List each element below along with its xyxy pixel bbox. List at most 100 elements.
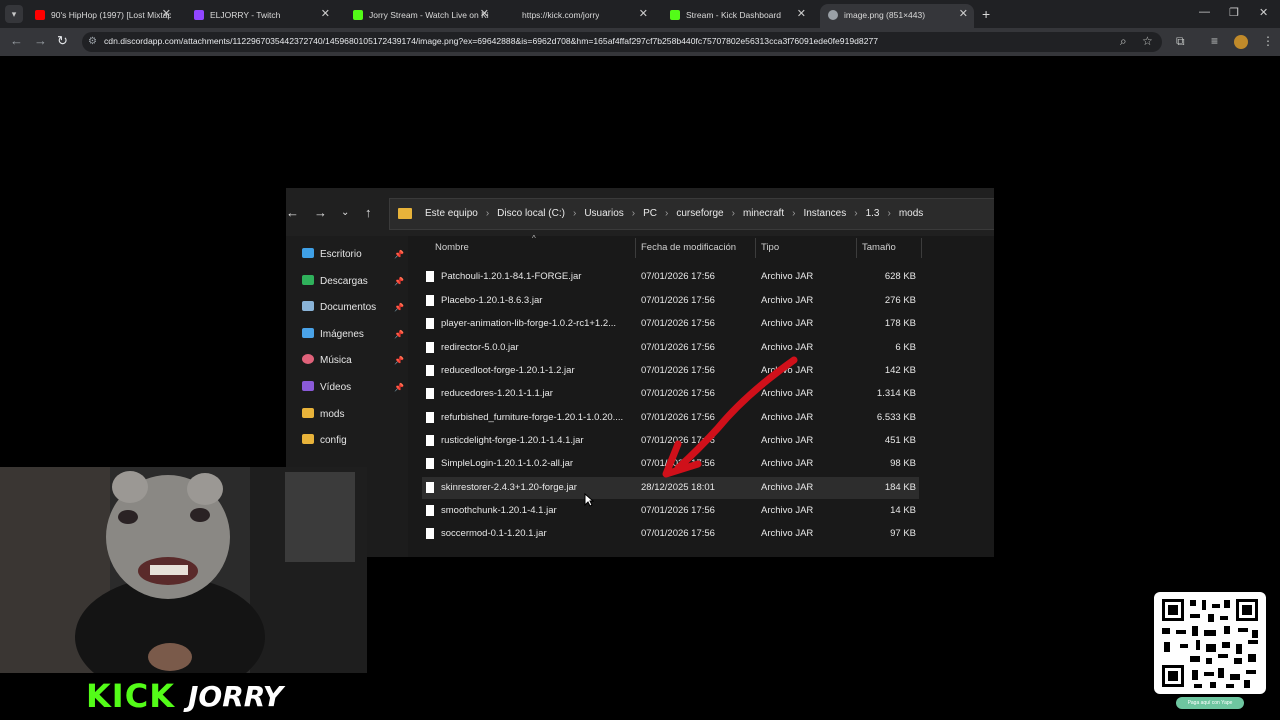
crumb[interactable]: Disco local (C:): [497, 208, 565, 219]
crumb[interactable]: Instances: [803, 208, 846, 219]
crumb[interactable]: 1.3: [866, 208, 880, 219]
file-icon: [426, 295, 434, 306]
close-tab-icon[interactable]: ✕: [480, 4, 489, 24]
bookmark-star-icon[interactable]: ☆: [1142, 34, 1153, 48]
file-row-highlighted[interactable]: skinrestorer-2.4.3+1.20-forge.jar 28/12/2…: [422, 477, 919, 499]
sidebar-item-documentos[interactable]: Documentos 📌: [302, 300, 404, 316]
sidebar-item-videos[interactable]: Vídeos 📌: [302, 380, 404, 396]
minimize-button[interactable]: —: [1199, 6, 1210, 18]
crumb[interactable]: minecraft: [743, 208, 784, 219]
streamer-name: JORRY: [188, 680, 284, 713]
pin-icon: 📌: [394, 356, 404, 365]
file-row[interactable]: reducedloot-forge-1.20.1-1.2.jar 07/01/20…: [420, 360, 920, 382]
close-tab-icon[interactable]: ✕: [797, 4, 806, 24]
file-row[interactable]: Placebo-1.20.1-8.6.3.jar 07/01/2026 17:56…: [420, 290, 920, 312]
crumb[interactable]: curseforge: [676, 208, 723, 219]
explorer-path-box[interactable]: Este equipo › Disco local (C:) › Usuarios › PC…: [389, 198, 994, 230]
sidebar-item-musica[interactable]: Música 📌: [302, 353, 404, 369]
tab-kick-stream[interactable]: Jorry Stream - Watch Live on Ki ✕: [345, 4, 495, 28]
pin-icon: 📌: [394, 277, 404, 286]
file-row[interactable]: redirector-5.0.0.jar 07/01/2026 17:56 Arch…: [420, 337, 920, 359]
file-row[interactable]: SimpleLogin-1.20.1-1.0.2-all.jar 07/01/20…: [420, 453, 920, 475]
file-row[interactable]: rusticdelight-forge-1.20.1-1.4.1.jar 07/0…: [420, 430, 920, 452]
kick-icon: [670, 9, 680, 20]
pin-icon: 📌: [394, 330, 404, 339]
close-tab-icon[interactable]: ✕: [321, 4, 330, 24]
file-row[interactable]: refurbished_furniture-forge-1.20.1-1.0.2…: [420, 407, 920, 429]
tab-kick-url[interactable]: https://kick.com/jorry ✕: [504, 4, 654, 28]
reading-list-icon[interactable]: ≡: [1211, 34, 1218, 48]
restore-button[interactable]: ❐: [1229, 6, 1239, 19]
close-window-button[interactable]: ✕: [1259, 6, 1268, 19]
webcam-image: [0, 467, 367, 673]
sidebar-item-config[interactable]: config: [302, 433, 347, 449]
video-icon: [302, 381, 314, 391]
column-type[interactable]: Tipo: [761, 242, 779, 253]
file-icon: [426, 388, 434, 399]
sidebar-item-mods[interactable]: mods: [302, 407, 344, 423]
column-date[interactable]: Fecha de modificación: [641, 242, 736, 253]
crumb[interactable]: mods: [899, 208, 923, 219]
forward-icon[interactable]: →: [34, 33, 47, 48]
pin-icon: 📌: [394, 303, 404, 312]
file-row[interactable]: smoothchunk-1.20.1-4.1.jar 07/01/2026 17:…: [420, 500, 920, 522]
pin-icon: 📌: [394, 250, 404, 259]
file-row[interactable]: reducedores-1.20.1-1.1.jar 07/01/2026 17:…: [420, 383, 920, 405]
reload-icon[interactable]: ↻: [57, 33, 68, 49]
pin-icon: 📌: [394, 383, 404, 392]
breadcrumb: Este equipo › Disco local (C:) › Usuarios › PC…: [425, 208, 924, 219]
tab-twitch[interactable]: ELJORRY - Twitch ✕: [186, 4, 336, 28]
up-arrow-icon[interactable]: ↑: [365, 205, 372, 220]
file-icon: [426, 342, 434, 353]
recent-locations-icon[interactable]: ⌄: [341, 207, 349, 218]
file-row[interactable]: Patchouli-1.20.1-84.1-FORGE.jar 07/01/202…: [420, 266, 920, 288]
forward-arrow-icon[interactable]: →: [314, 205, 327, 220]
document-icon: [302, 301, 314, 311]
kick-icon: [353, 9, 363, 20]
sidebar-item-descargas[interactable]: Descargas 📌: [302, 274, 404, 290]
site-info-icon[interactable]: ⚙: [88, 36, 97, 47]
close-tab-icon[interactable]: ✕: [162, 4, 171, 24]
kick-logo: KICK: [86, 677, 175, 715]
tab-strip: ▾ 90's HipHop (1997) [Lost Mixtap ✕ ELJOR…: [0, 0, 1280, 28]
crumb[interactable]: Usuarios: [584, 208, 623, 219]
crumb[interactable]: PC: [643, 208, 657, 219]
crumb[interactable]: Este equipo: [425, 208, 478, 219]
address-bar[interactable]: ⚙ cdn.discordapp.com/attachments/1122967…: [82, 32, 1162, 52]
extensions-icon[interactable]: ⧉: [1176, 34, 1185, 49]
file-icon: [426, 458, 434, 469]
more-menu-icon[interactable]: ⋮: [1262, 34, 1274, 48]
column-size[interactable]: Tamaño: [862, 242, 896, 253]
back-arrow-icon[interactable]: ←: [286, 205, 299, 220]
sidebar-item-escritorio[interactable]: Escritorio 📌: [302, 247, 404, 263]
file-icon: [426, 505, 434, 516]
column-name[interactable]: Nombre: [435, 242, 469, 253]
music-icon: [302, 354, 314, 364]
desktop-icon: [302, 248, 314, 258]
file-icon: [426, 271, 434, 282]
close-tab-icon[interactable]: ✕: [639, 4, 648, 24]
file-row[interactable]: player-animation-lib-forge-1.0.2-rc1+1.2…: [420, 313, 920, 335]
file-icon: [426, 318, 434, 329]
browser-toolbar: ← → ↻ ⚙ cdn.discordapp.com/attachments/1…: [0, 28, 1280, 56]
sidebar-item-imagenes[interactable]: Imágenes 📌: [302, 327, 404, 343]
tab-search-button[interactable]: ▾: [5, 5, 23, 23]
column-headers: ^ Nombre Fecha de modificación Tipo Tama…: [408, 234, 994, 258]
qr-code-icon: [1162, 599, 1258, 688]
file-icon: [426, 412, 434, 423]
close-tab-icon[interactable]: ✕: [959, 4, 968, 24]
tab-youtube[interactable]: 90's HipHop (1997) [Lost Mixtap ✕: [27, 4, 177, 28]
new-tab-button[interactable]: +: [982, 4, 990, 24]
globe-icon: [828, 9, 838, 20]
file-explorer-image: ← → ⌄ ↑ Este equipo › Disco local (C:) › Usu…: [286, 188, 994, 557]
tab-kick-dashboard[interactable]: Stream - Kick Dashboard ✕: [662, 4, 812, 28]
youtube-icon: [35, 9, 45, 20]
qr-caption: Paga aquí con Yape: [1176, 697, 1244, 709]
file-row[interactable]: soccermod-0.1-1.20.1.jar 07/01/2026 17:56…: [420, 523, 920, 545]
folder-icon: [302, 434, 314, 444]
tab-image-active[interactable]: image.png (851×443) ✕: [820, 4, 974, 28]
back-icon[interactable]: ←: [10, 33, 23, 48]
url-text: cdn.discordapp.com/attachments/112296703…: [104, 36, 879, 46]
zoom-icon[interactable]: ⌕: [1120, 34, 1127, 49]
profile-avatar[interactable]: [1234, 35, 1248, 49]
